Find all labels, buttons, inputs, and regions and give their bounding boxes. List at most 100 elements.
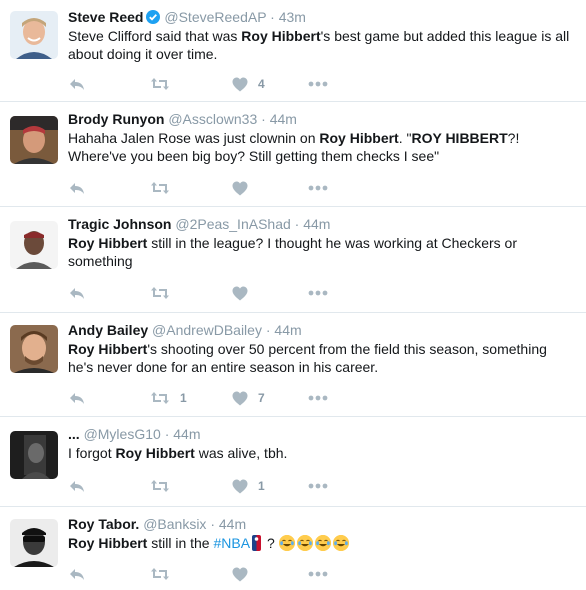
reply-button[interactable]: [68, 566, 86, 582]
more-icon: [308, 395, 328, 401]
tweet-actions: [68, 566, 368, 582]
retweet-button[interactable]: 1: [150, 390, 187, 406]
display-name[interactable]: Brody Runyon: [68, 111, 164, 127]
timestamp[interactable]: 44m: [219, 516, 246, 532]
reply-icon: [70, 569, 84, 580]
retweet-icon: [151, 78, 169, 90]
reply-button[interactable]: [68, 390, 86, 406]
tweet-header: Roy Tabor. @Banksix · 44m: [68, 515, 246, 533]
retweet-button[interactable]: [150, 478, 180, 494]
retweet-icon: [151, 480, 169, 492]
tweet: ... @MylesG10 · 44m I forgot Roy Hibbert…: [0, 417, 586, 507]
text-highlight: Roy Hibbert: [319, 130, 399, 146]
timestamp[interactable]: 43m: [279, 9, 306, 25]
avatar[interactable]: [10, 116, 58, 164]
reply-button[interactable]: [68, 76, 86, 92]
more-icon: [308, 81, 328, 87]
reply-icon: [70, 183, 84, 194]
tweet-text: Hahaha Jalen Rose was just clownin on Ro…: [68, 129, 573, 165]
retweet-icon: [151, 568, 169, 580]
like-button[interactable]: [232, 566, 258, 582]
username[interactable]: @Banksix: [143, 516, 206, 532]
username[interactable]: @SteveReedAP: [164, 9, 266, 25]
timestamp[interactable]: 44m: [303, 216, 330, 232]
reply-button[interactable]: [68, 285, 86, 301]
tweet-header: Steve Reed @SteveReedAP · 43m: [68, 8, 306, 28]
text-highlight: Roy Hibbert: [68, 235, 148, 251]
more-button[interactable]: [308, 390, 328, 406]
more-icon: [308, 185, 328, 191]
avatar[interactable]: [10, 519, 58, 567]
separator: ·: [164, 426, 170, 442]
text-highlight: Roy Hibbert: [241, 28, 321, 44]
reply-button[interactable]: [68, 180, 86, 196]
tweet-actions: [68, 285, 368, 301]
verified-badge-icon: [146, 10, 161, 28]
like-button[interactable]: [232, 180, 258, 196]
like-count: 1: [258, 479, 265, 493]
tweet: Tragic Johnson @2Peas_InAShad · 44m Roy …: [0, 207, 586, 313]
tweet: Steve Reed @SteveReedAP · 43m Steve Clif…: [0, 0, 586, 102]
separator: ·: [210, 516, 215, 532]
more-icon: [308, 571, 328, 577]
tweet-actions: 1: [68, 478, 368, 494]
like-count: 4: [258, 77, 265, 91]
tweet: Brody Runyon @Assclown33 · 44m Hahaha Ja…: [0, 102, 586, 207]
heart-icon: [232, 479, 248, 493]
retweet-count: 1: [180, 391, 187, 405]
display-name[interactable]: Roy Tabor.: [68, 516, 139, 532]
tweet: Andy Bailey @AndrewDBailey · 44m Roy Hib…: [0, 313, 586, 417]
more-button[interactable]: [308, 285, 328, 301]
display-name[interactable]: Andy Bailey: [68, 322, 148, 338]
retweet-button[interactable]: [150, 285, 180, 301]
retweet-button[interactable]: [150, 566, 180, 582]
separator: ·: [270, 9, 275, 25]
heart-icon: [232, 77, 248, 91]
more-icon: [308, 290, 328, 296]
username[interactable]: @Assclown33: [168, 111, 257, 127]
text-segment: was alive, tbh.: [194, 445, 288, 461]
timestamp[interactable]: 44m: [270, 111, 297, 127]
avatar[interactable]: [10, 431, 58, 479]
display-name[interactable]: ...: [68, 426, 80, 442]
crying-laughing-emoji-icon: [278, 535, 295, 551]
username[interactable]: @2Peas_InAShad: [175, 216, 290, 232]
crying-laughing-emoji-icon: [296, 535, 313, 551]
separator: ·: [294, 216, 300, 232]
text-highlight: ROY HIBBERT: [411, 130, 508, 146]
text-highlight: Roy Hibbert: [68, 535, 148, 551]
heart-icon: [232, 286, 248, 300]
username[interactable]: @AndrewDBailey: [152, 322, 262, 338]
like-button[interactable]: 7: [232, 390, 265, 406]
reply-icon: [70, 79, 84, 90]
like-button[interactable]: 4: [232, 76, 265, 92]
avatar[interactable]: [10, 11, 58, 59]
heart-icon: [232, 181, 248, 195]
tweet-header: ... @MylesG10 · 44m: [68, 425, 200, 443]
reply-icon: [70, 288, 84, 299]
avatar[interactable]: [10, 221, 58, 269]
timestamp[interactable]: 44m: [274, 322, 301, 338]
tweet-actions: 1 7: [68, 390, 368, 406]
retweet-button[interactable]: [150, 76, 180, 92]
heart-icon: [232, 391, 248, 405]
reply-icon: [70, 393, 84, 404]
retweet-button[interactable]: [150, 180, 180, 196]
display-name[interactable]: Tragic Johnson: [68, 216, 171, 232]
avatar[interactable]: [10, 325, 58, 373]
timestamp[interactable]: 44m: [173, 426, 200, 442]
more-button[interactable]: [308, 478, 328, 494]
tweet-feed: Steve Reed @SteveReedAP · 43m Steve Clif…: [0, 0, 586, 590]
more-button[interactable]: [308, 76, 328, 92]
reply-button[interactable]: [68, 478, 86, 494]
username[interactable]: @MylesG10: [84, 426, 161, 442]
text-segment: ?: [263, 535, 279, 551]
like-button[interactable]: [232, 285, 258, 301]
more-button[interactable]: [308, 566, 328, 582]
text-segment: still in the: [147, 535, 214, 551]
more-button[interactable]: [308, 180, 328, 196]
hashtag-link[interactable]: #NBA: [213, 535, 250, 551]
tweet-text: Steve Clifford said that was Roy Hibbert…: [68, 27, 573, 63]
display-name[interactable]: Steve Reed: [68, 9, 143, 25]
like-button[interactable]: 1: [232, 478, 265, 494]
